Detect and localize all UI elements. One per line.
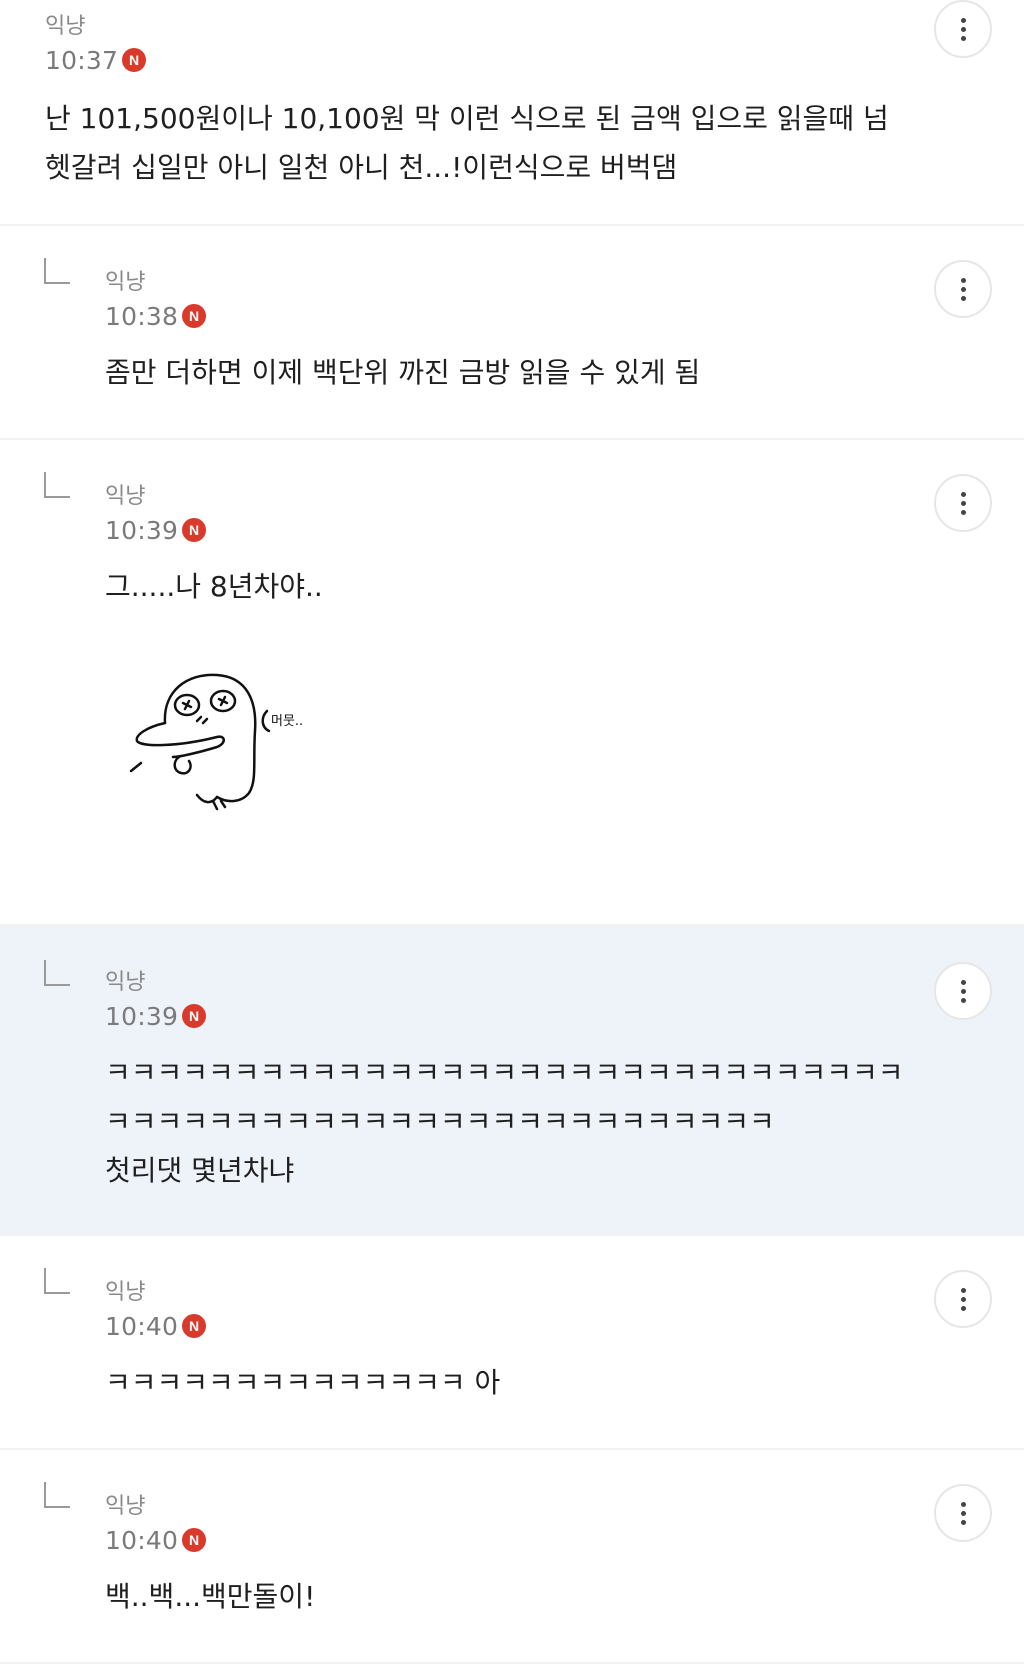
new-badge: N xyxy=(182,304,207,328)
comment-meta: 10:39 N xyxy=(105,998,1024,1034)
hesitating-character-sticker: 머뭇.. xyxy=(129,673,303,811)
comment-author: 익냥 xyxy=(105,1280,146,1305)
comment-author: 익냥 xyxy=(45,14,86,39)
new-badge: N xyxy=(182,1528,207,1552)
more-options-button[interactable] xyxy=(934,1484,992,1542)
comment-meta: 10:39 N xyxy=(105,512,1024,548)
more-vertical-icon xyxy=(960,1287,966,1293)
comment-text: ㅋㅋㅋㅋㅋㅋㅋㅋㅋㅋㅋㅋㅋㅋ 아 xyxy=(105,1366,501,1399)
comment-author: 익냥 xyxy=(105,270,146,295)
comment-text: 백..백...백만돌이! xyxy=(105,1580,316,1613)
reply-arrow-icon xyxy=(44,1482,70,1508)
reply-comment: 익냥 10:38 N 좀만 더하면 이제 백단위 까진 금방 읽을 수 있게 됨 xyxy=(0,226,1024,440)
more-vertical-icon xyxy=(960,1501,966,1507)
new-badge: N xyxy=(182,1314,207,1338)
comment-meta: 10:40 N xyxy=(105,1308,1024,1344)
comment-text: ㅋㅋㅋㅋㅋㅋㅋㅋㅋㅋㅋㅋㅋㅋㅋㅋㅋㅋㅋㅋㅋㅋㅋㅋㅋㅋㅋㅋㅋㅋㅋ ㅋㅋㅋㅋㅋㅋㅋㅋ… xyxy=(105,1056,904,1187)
more-options-button[interactable] xyxy=(934,1270,992,1328)
comment-author: 익냥 xyxy=(105,970,146,995)
comment-text: 그.....나 8년차야.. xyxy=(105,570,323,603)
comment-time: 10:40 xyxy=(105,1311,179,1341)
reply-comment: 익냥 10:40 N 백..백...백만돌이! xyxy=(0,1450,1024,1664)
comment-time: 10:38 xyxy=(105,301,179,331)
more-vertical-icon xyxy=(960,277,966,283)
reply-arrow-icon xyxy=(44,472,70,498)
comment-list: 익냥 10:37 N 난 101,500원이나 10,100원 막 이런 식으로… xyxy=(0,0,1024,1664)
comment-meta: 10:38 N xyxy=(105,298,1024,334)
new-badge: N xyxy=(122,48,147,72)
reply-comment: 익냥 10:40 N ㅋㅋㅋㅋㅋㅋㅋㅋㅋㅋㅋㅋㅋㅋ 아 xyxy=(0,1236,1024,1450)
reply-arrow-icon xyxy=(44,1268,70,1294)
more-options-button[interactable] xyxy=(934,260,992,318)
comment-time: 10:39 xyxy=(105,1001,179,1031)
comment-time: 10:37 xyxy=(45,45,119,75)
more-vertical-icon xyxy=(960,17,966,23)
reply-comment-highlighted: 익냥 10:39 N ㅋㅋㅋㅋㅋㅋㅋㅋㅋㅋㅋㅋㅋㅋㅋㅋㅋㅋㅋㅋㅋㅋㅋㅋㅋㅋㅋㅋㅋ… xyxy=(0,926,1024,1236)
new-badge: N xyxy=(182,518,207,542)
comment-meta: 10:40 N xyxy=(105,1522,1024,1558)
more-options-button[interactable] xyxy=(934,0,992,58)
comment-meta: 10:37 N xyxy=(45,42,1024,78)
comment-text: 난 101,500원이나 10,100원 막 이런 식으로 된 금액 입으로 읽… xyxy=(45,102,889,184)
comment: 익냥 10:37 N 난 101,500원이나 10,100원 막 이런 식으로… xyxy=(0,0,1024,226)
reply-arrow-icon xyxy=(44,960,70,986)
comment-text: 좀만 더하면 이제 백단위 까진 금방 읽을 수 있게 됨 xyxy=(105,356,701,389)
more-options-button[interactable] xyxy=(934,962,992,1020)
sticker-caption: 머뭇.. xyxy=(271,714,303,729)
comment-author: 익냥 xyxy=(105,1494,146,1519)
comment-author: 익냥 xyxy=(105,484,146,509)
comment-time: 10:40 xyxy=(105,1525,179,1555)
more-vertical-icon xyxy=(960,979,966,985)
reply-arrow-icon xyxy=(44,258,70,284)
comment-time: 10:39 xyxy=(105,515,179,545)
reply-comment: 익냥 10:39 N 그.....나 8년차야.. 머뭇.. xyxy=(0,440,1024,926)
more-vertical-icon xyxy=(960,491,966,497)
more-options-button[interactable] xyxy=(934,474,992,532)
new-badge: N xyxy=(182,1004,207,1028)
